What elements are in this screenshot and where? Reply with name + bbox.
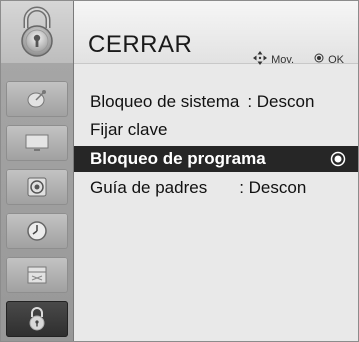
move-arrows-icon [253, 51, 268, 68]
sidebar-header [1, 1, 73, 63]
move-hint-label: Mov. [271, 53, 295, 66]
tv-screen-icon [24, 133, 50, 153]
menu-item-parental-guidance[interactable]: Guía de padres : Descon [74, 175, 358, 201]
ok-hint-label: OK [328, 53, 344, 66]
sidebar-item-option[interactable] [6, 257, 68, 293]
menu-panel: CERRAR Mov. OK Bloqueo de sistema: Desc… [74, 1, 358, 341]
sidebar-item-lock[interactable] [6, 301, 68, 337]
clock-icon [25, 219, 49, 243]
lock-menu-window: CERRAR Mov. OK Bloqueo de sistema: Desc… [0, 0, 359, 342]
menu-item-value: : Descon [239, 178, 307, 197]
speaker-icon [25, 175, 49, 199]
sidebar-item-time[interactable] [6, 213, 68, 249]
menu-item-program-lock[interactable]: Bloqueo de programa [74, 146, 358, 172]
menu-item-label: Guía de padres [90, 178, 208, 197]
lock-icon [26, 306, 48, 332]
menu-item-label: Bloqueo de programa [90, 149, 266, 168]
menu-item-set-password[interactable]: Fijar clave [74, 117, 358, 143]
page-title: CERRAR [88, 31, 193, 58]
sidebar-item-picture[interactable] [6, 125, 68, 161]
menu-item-system-lock[interactable]: Bloqueo de sistema : Descon [74, 89, 358, 115]
ok-radio-icon [330, 151, 346, 172]
menu-header: CERRAR Mov. OK [74, 1, 358, 66]
lock-icon [13, 6, 61, 63]
menu-item-label: Bloqueo de sistema [90, 92, 240, 111]
ok-button-icon [314, 53, 324, 66]
menu-item-label: Fijar clave [90, 120, 168, 139]
window-icon [25, 264, 49, 286]
sidebar-item-channel[interactable] [6, 81, 68, 117]
menu-item-value: : Descon [247, 92, 315, 111]
satellite-dish-icon [25, 87, 49, 111]
category-sidebar [1, 1, 74, 341]
sidebar-item-audio[interactable] [6, 169, 68, 205]
key-hints: Mov. OK [253, 51, 344, 68]
